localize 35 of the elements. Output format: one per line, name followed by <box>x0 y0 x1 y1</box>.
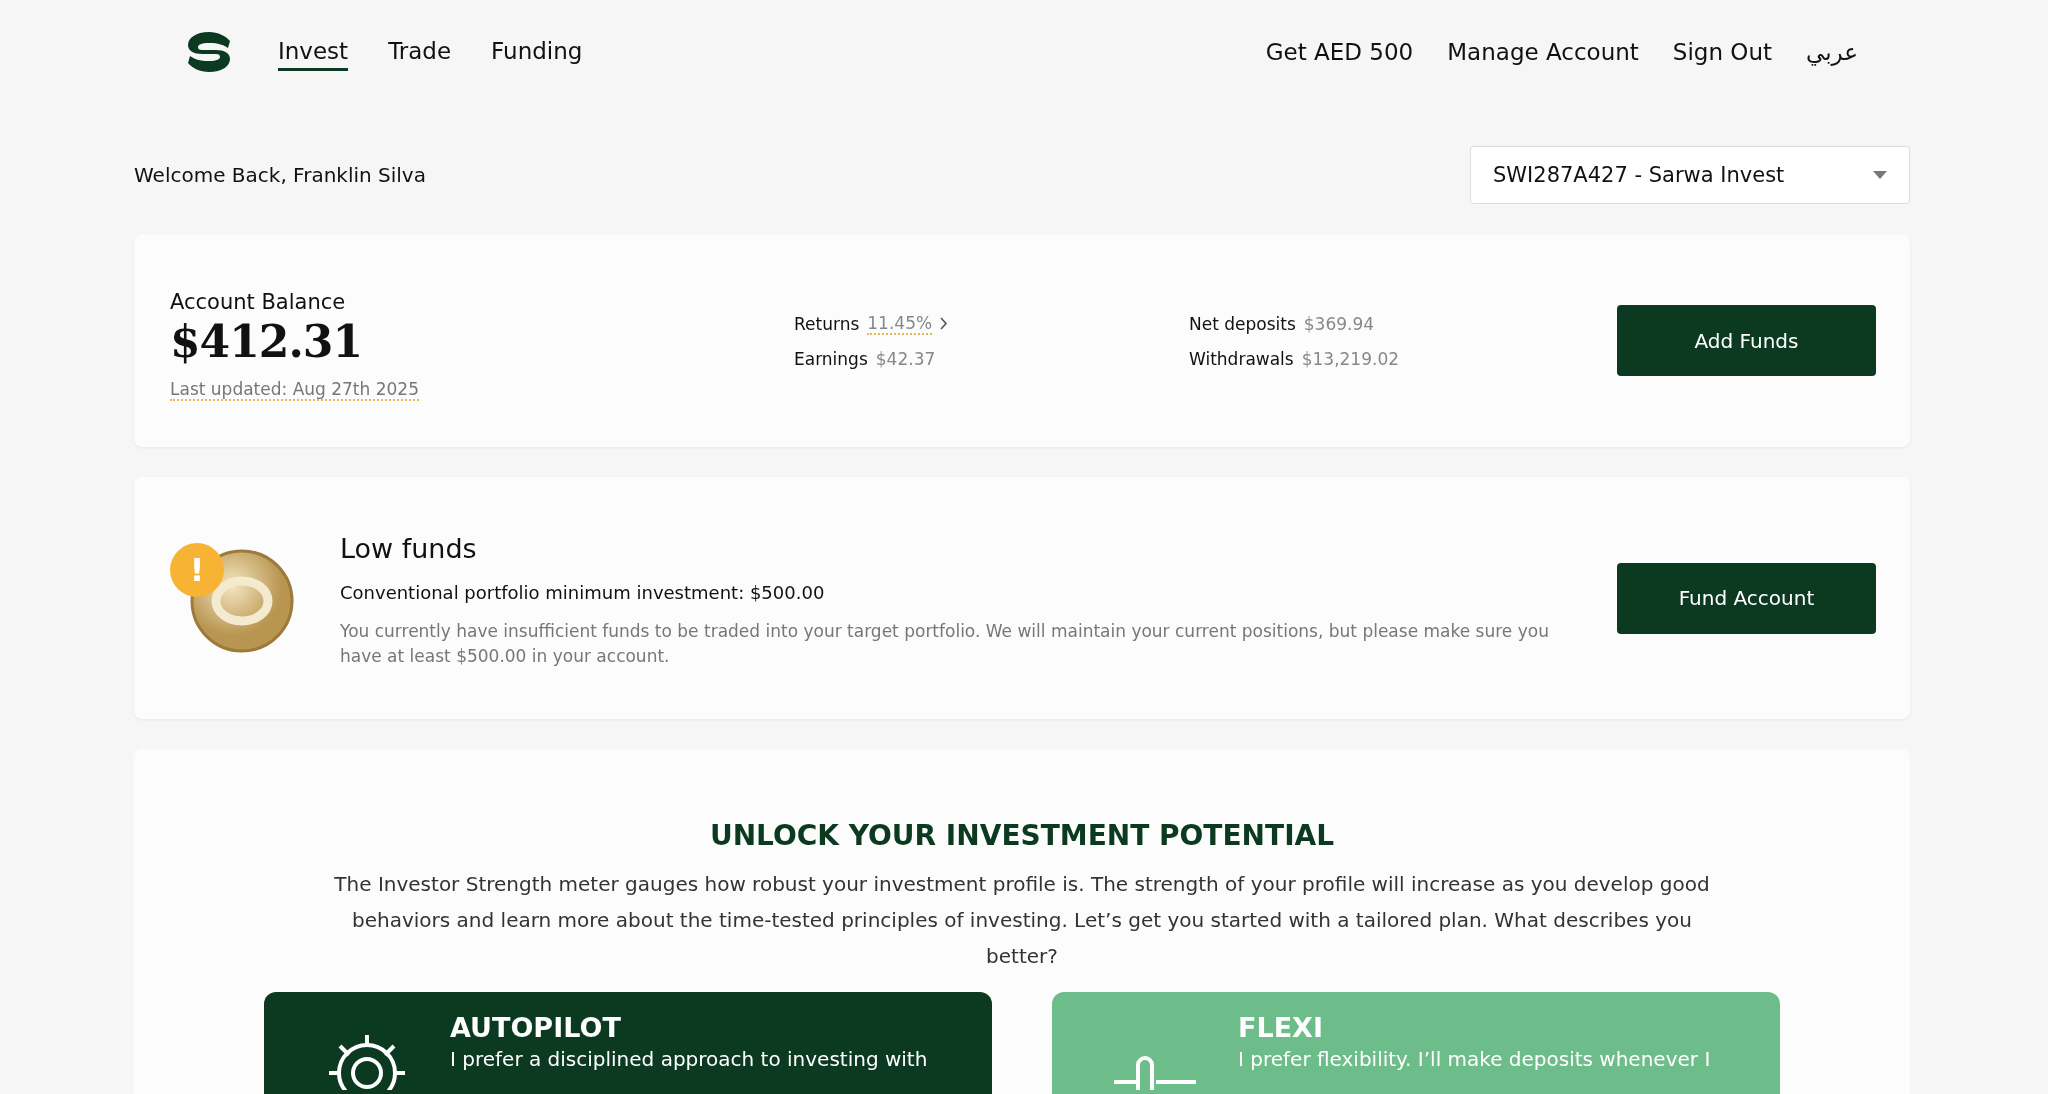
nav-tab[interactable]: Trade <box>388 33 452 71</box>
chevron-right-icon[interactable] <box>940 317 949 330</box>
stat-label: Withdrawals <box>1189 348 1294 369</box>
stat-value: $13,219.02 <box>1301 348 1400 369</box>
logo-icon[interactable] <box>186 30 232 74</box>
nav-link[interactable]: Get AED 500 <box>1265 39 1414 65</box>
plan-description: I prefer a disciplined approach to investing with <box>450 1047 928 1071</box>
add-funds-button[interactable]: Add Funds <box>1617 305 1876 376</box>
balance-amount: $412.31 <box>170 316 363 367</box>
stat-label: Net deposits <box>1189 313 1296 334</box>
nav-link[interactable]: عربي <box>1806 39 1858 65</box>
nav-tab[interactable]: Funding <box>491 33 583 71</box>
alert-title: Low funds <box>340 533 478 564</box>
alert-message: You currently have insufficient funds to be traded into your target portfolio. We will maintain your current positions, but please make sure you have at least $500.00 in your account. <box>340 620 1550 668</box>
stat-value: $369.94 <box>1303 313 1375 334</box>
plan-title: AUTOPILOT <box>450 1012 622 1043</box>
plan-title: FLEXI <box>1238 1012 1324 1043</box>
dropdown-caret-icon <box>1873 171 1887 179</box>
stat-value: $42.37 <box>875 348 936 369</box>
stat-label: Earnings <box>794 348 868 369</box>
stat-label: Returns <box>794 313 860 334</box>
plan-description: I prefer flexibility. I’ll make deposits whenever I <box>1238 1047 1711 1071</box>
nav-link[interactable]: Manage Account <box>1447 39 1639 65</box>
balance-title: Account Balance <box>170 290 347 314</box>
section-heading: UNLOCK YOUR INVESTMENT POTENTIAL <box>708 819 1336 852</box>
nav-tab[interactable]: Invest <box>278 33 349 71</box>
nav-link[interactable]: Sign Out <box>1672 39 1772 65</box>
fund-account-button[interactable]: Fund Account <box>1617 562 1876 634</box>
alert-subtitle: Conventional portfolio minimum investment: $500.00 <box>340 582 826 603</box>
welcome-text: Welcome Back, Franklin Silva <box>134 163 426 187</box>
account-select[interactable]: SWI287A427 - Sarwa Invest <box>1470 146 1910 204</box>
last-updated-text: Last updated: Aug 27th 2025 <box>170 379 419 401</box>
section-description: The Investor Strength meter gauges how robust your investment profile is. The strength of your profile will increase as you develop good behaviors and learn more about the time-tested principles of investing. Let’s get you started with a tailored plan. What describes you better? <box>333 871 1711 970</box>
plan-card[interactable]: AUTOPILOT I prefer a disciplined approach to investing with <box>264 992 992 1094</box>
warning-badge: ! <box>170 543 224 597</box>
